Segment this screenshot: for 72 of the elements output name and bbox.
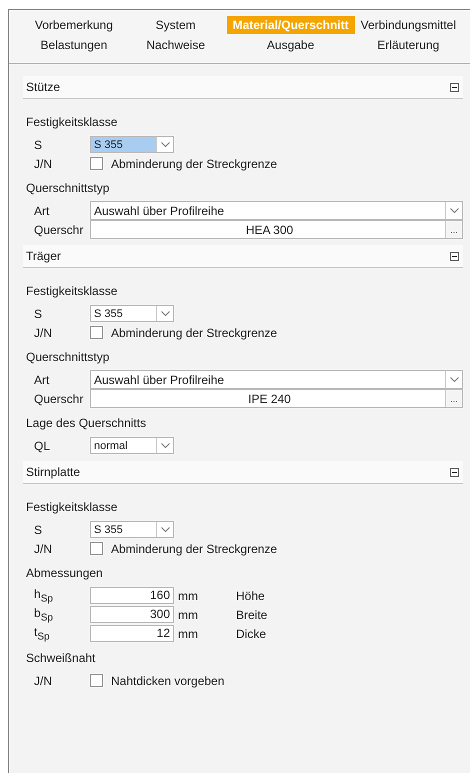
section-header[interactable]: Träger [23, 245, 463, 268]
field-label: Art [34, 204, 50, 218]
field-label: J/N [34, 674, 53, 688]
field-label: J/N [34, 326, 53, 340]
section-field[interactable]: IPE 240 ... [90, 389, 463, 408]
field-label: Art [34, 372, 50, 386]
group-heading: Querschnittstyp [26, 181, 110, 195]
checkbox[interactable] [90, 157, 103, 170]
field-label: J/N [34, 542, 53, 556]
dropdown-caret-icon [160, 527, 170, 532]
dropdown[interactable]: S 355 [90, 136, 174, 153]
dimension-label: Dicke [236, 626, 266, 640]
field-label: h$_{Sp}$ [34, 586, 54, 604]
field-label: t$_{Sp}$ [34, 624, 51, 642]
field-label: S [34, 138, 44, 152]
checkbox-label: Abminderung der Streckgrenze [111, 326, 278, 340]
section-title: Stütze [26, 80, 60, 94]
checkbox[interactable] [90, 326, 103, 339]
tab[interactable]: Nachweise [140, 36, 212, 54]
checkbox-label: Abminderung der Streckgrenze [111, 156, 278, 170]
section-title: Träger [26, 249, 61, 263]
unit-label: mm [177, 608, 199, 622]
field-label: QL [34, 438, 52, 452]
collapse-icon[interactable] [450, 252, 459, 260]
group-heading: Festigkeitsklasse [26, 284, 118, 298]
number-field[interactable]: 300 [90, 606, 174, 623]
dropdown[interactable]: Auswahl über Profilreihe [90, 201, 463, 220]
field-label: J/N [34, 156, 53, 170]
section-field[interactable]: HEA 300 ... [90, 220, 463, 239]
dropdown[interactable]: Auswahl über Profilreihe [90, 370, 463, 389]
browse-button[interactable]: ... [445, 221, 462, 238]
dropdown[interactable]: S 355 [90, 305, 174, 322]
number-field[interactable]: 12 [90, 625, 174, 642]
collapse-icon[interactable] [450, 468, 459, 476]
dropdown-caret-icon [450, 377, 458, 382]
group-heading: Abmessungen [26, 566, 104, 580]
tab[interactable]: Verbindungsmittel [354, 16, 462, 34]
checkbox[interactable] [90, 674, 103, 687]
tab[interactable]: System [150, 16, 202, 34]
group-heading: Festigkeitsklasse [26, 115, 118, 129]
dimension-label: Breite [236, 608, 268, 622]
checkbox-label: Nahtdicken vorgeben [111, 674, 224, 688]
checkbox-label: Abminderung der Streckgrenze [111, 542, 278, 556]
browse-button[interactable]: ... [445, 390, 462, 407]
dimension-label: Höhe [236, 588, 265, 602]
unit-label: mm [177, 588, 199, 602]
section-header[interactable]: Stirnplatte [23, 461, 463, 484]
dropdown-caret-icon [450, 208, 458, 213]
group-heading: Schweißnaht [26, 651, 96, 665]
field-label: S [34, 306, 44, 320]
collapse-icon[interactable] [450, 82, 459, 92]
unit-label: mm [177, 626, 199, 640]
checkbox[interactable] [90, 542, 103, 555]
field-label: Querschr [34, 222, 84, 236]
tab[interactable]: Erläuterung [371, 36, 446, 54]
tab[interactable]: Belastungen [34, 36, 114, 54]
field-label: Querschr [34, 392, 84, 406]
tab[interactable]: Ausgabe [260, 36, 320, 54]
dropdown-caret-icon [160, 142, 170, 147]
field-label: S [34, 522, 44, 536]
number-field[interactable]: 160 [90, 587, 174, 604]
group-heading: Querschnittstyp [26, 350, 110, 364]
section-title: Stirnplatte [26, 465, 80, 479]
dropdown[interactable]: S 355 [90, 521, 174, 538]
group-heading: Festigkeitsklasse [26, 500, 118, 514]
tab[interactable]: Vorbemerkung [28, 16, 119, 34]
dropdown-caret-icon [160, 311, 170, 316]
field-label: b$_{Sp}$ [34, 606, 54, 624]
section-header[interactable]: Stütze [23, 76, 463, 99]
dropdown[interactable]: normal [90, 437, 174, 454]
dropdown-caret-icon [160, 443, 170, 448]
group-heading: Lage des Querschnitts [26, 416, 148, 430]
